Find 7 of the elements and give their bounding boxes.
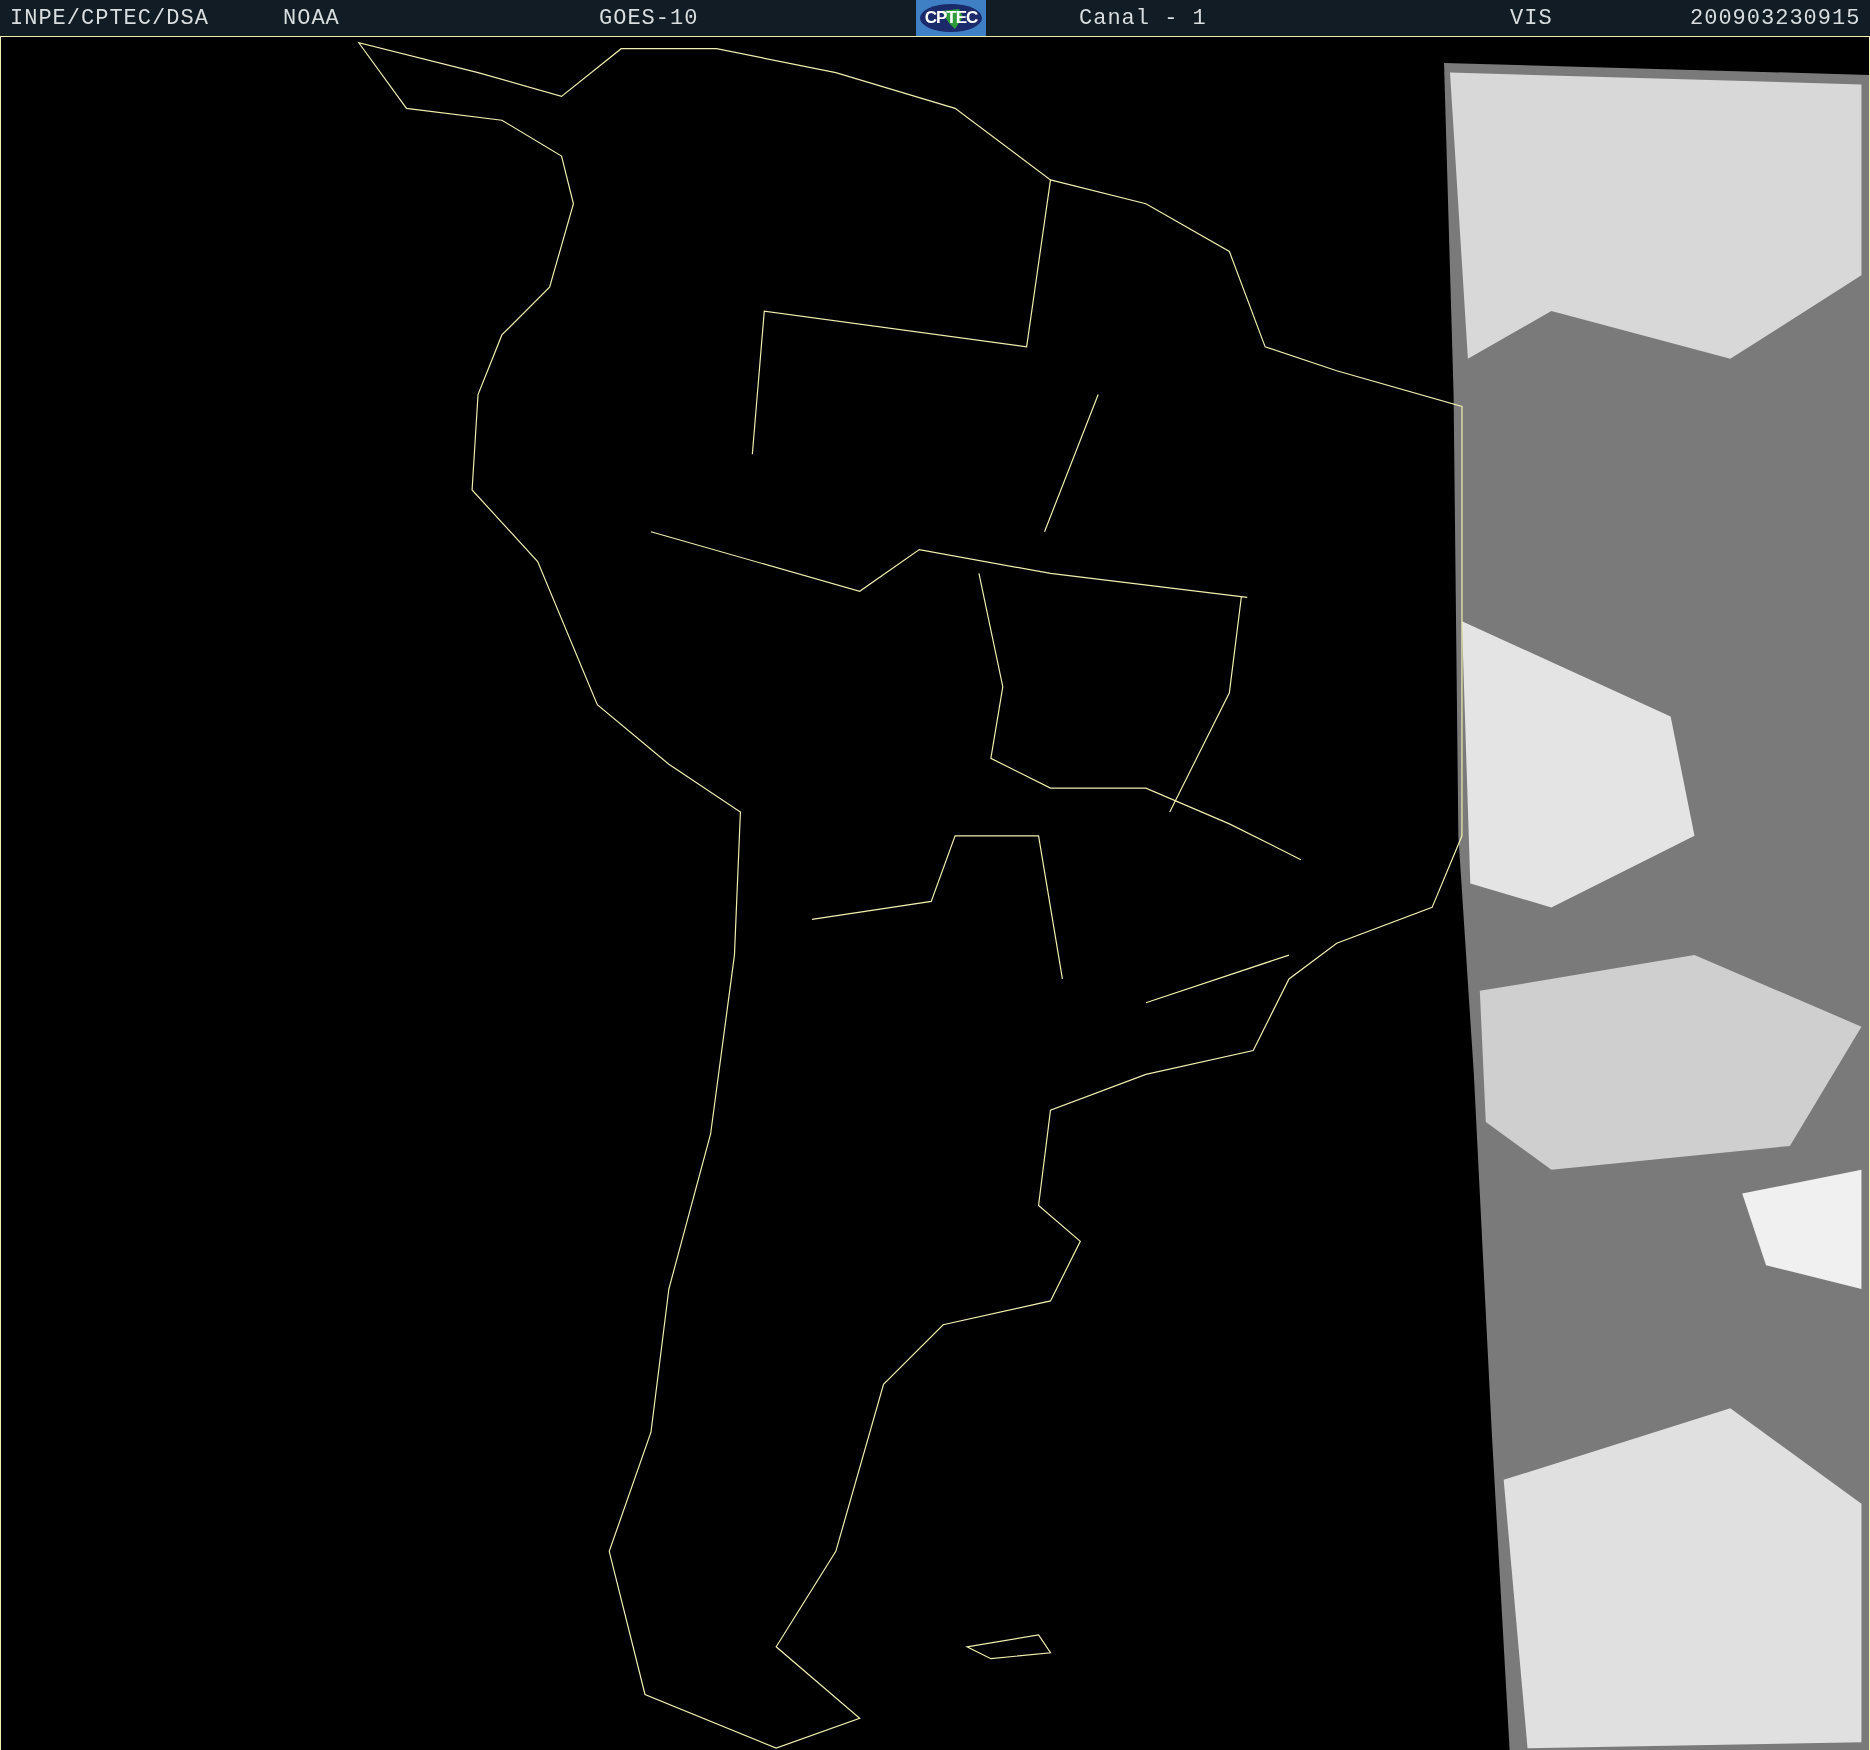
header-text: INPE/CPTEC/DSA	[10, 5, 209, 31]
header-text: NOAA	[283, 5, 340, 31]
header-text: VIS	[1510, 5, 1553, 31]
header-text: 200903230915	[1690, 5, 1861, 31]
logo: CPTEC	[916, 0, 986, 36]
header-text: Canal - 1	[1079, 5, 1207, 31]
header-text: GOES-10	[599, 5, 699, 31]
